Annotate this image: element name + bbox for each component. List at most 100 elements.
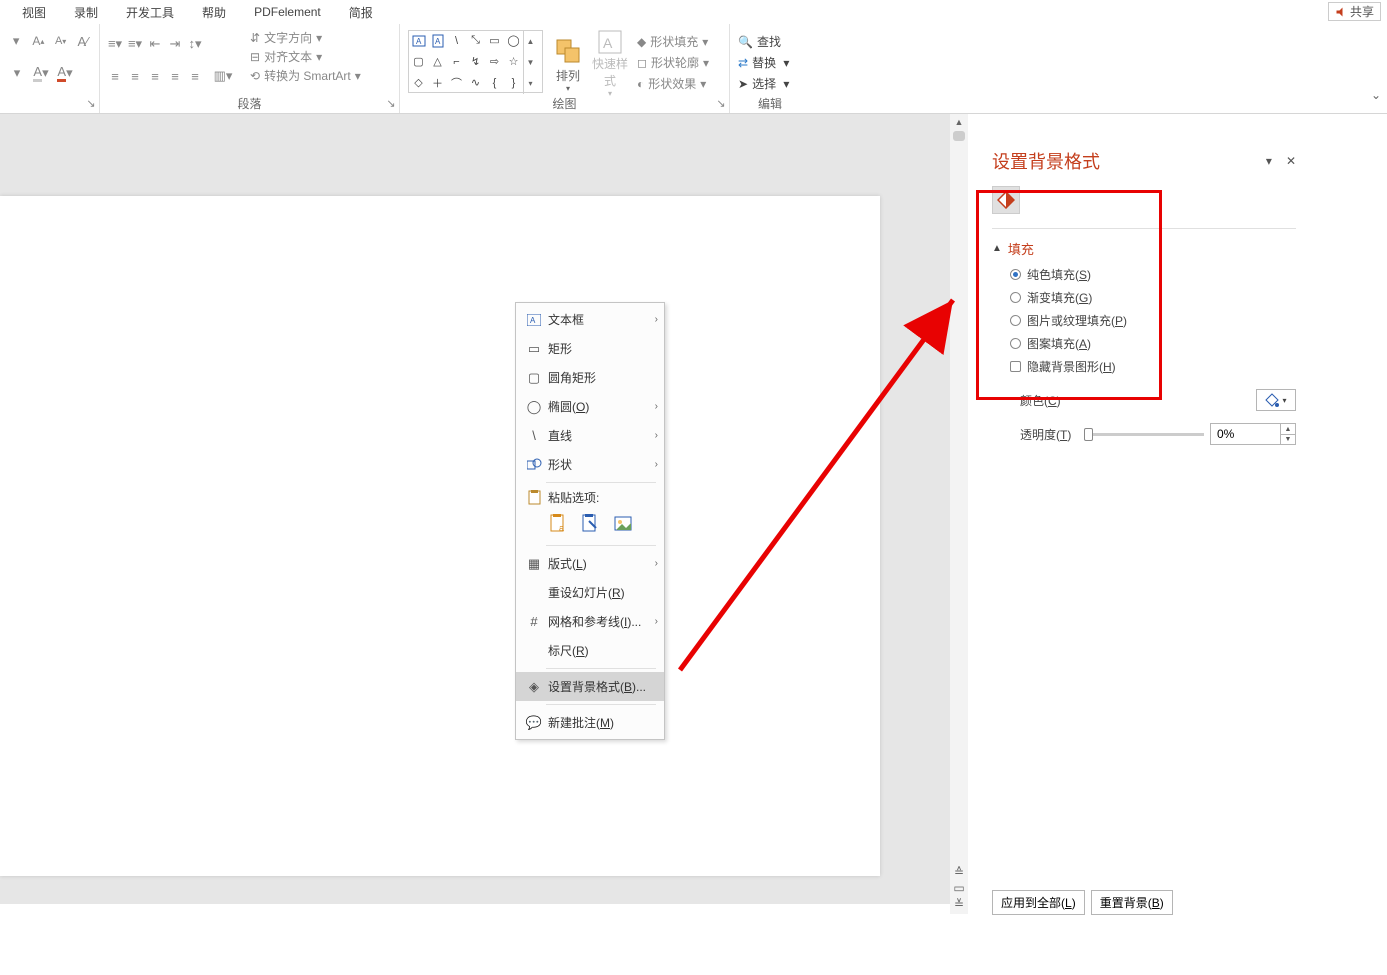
font-menu-partial[interactable]: ▾ [6,30,26,52]
close-icon[interactable]: ✕ [1286,154,1296,168]
apply-to-all-button[interactable]: 应用到全部(L) [992,890,1085,915]
quick-styles-button[interactable]: A 快速样式 ▾ [589,28,631,97]
arrange-button[interactable]: 排列 ▾ [547,28,589,97]
text-direction-button[interactable]: ⇵ 文字方向 ▾ [246,28,365,47]
transparency-input[interactable] [1211,426,1280,442]
cm-ruler[interactable]: 标尺(R) [516,636,664,665]
shape-outline-button[interactable]: ◻ 形状轮廓 ▾ [635,53,711,72]
scroll-thumb[interactable] [953,131,965,141]
align-justify-icon[interactable]: ≡ [166,67,184,85]
hide-bg-checkbox[interactable]: 隐藏背景图形(H) [1010,358,1296,375]
shape-round-rect-icon[interactable]: ▢ [409,52,428,71]
cm-grid-guides[interactable]: # 网格和参考线(I)... › [516,607,664,636]
select-button[interactable]: ➤ 选择 ▾ [736,74,804,93]
shape-line-icon[interactable]: \ [447,31,466,50]
shape-arc-icon[interactable]: ⌒ [447,73,466,92]
color-picker-button[interactable]: ▾ [1256,389,1296,411]
drawing-dialog-launcher[interactable]: ↘ [715,99,727,111]
share-button[interactable]: 共享 [1328,2,1381,21]
columns-icon[interactable]: ▥▾ [214,67,232,85]
shape-textbox-icon[interactable]: A [409,31,428,50]
slider-knob[interactable] [1084,428,1093,441]
align-right-icon[interactable]: ≡ [146,67,164,85]
shape-curve-icon[interactable]: ∿ [466,73,485,92]
transparency-spinner[interactable]: ▲ ▼ [1210,423,1296,445]
convert-smartart-button[interactable]: ⟲ 转换为 SmartArt ▾ [246,66,365,85]
shape-zigzag-icon[interactable]: ↯ [466,52,485,71]
prev-slide-icon[interactable]: ≙ [950,864,968,880]
bullets-icon[interactable]: ≡▾ [106,35,124,53]
paragraph-dialog-launcher[interactable]: ↘ [385,99,397,111]
line-spacing-icon[interactable]: ↕▾ [186,35,204,53]
align-center-icon[interactable]: ≡ [126,67,144,85]
shape-rect-icon[interactable]: ▭ [485,31,504,50]
tab-view[interactable]: 视图 [8,2,60,23]
numbering-icon[interactable]: ≡▾ [126,35,144,53]
paste-picture[interactable] [610,511,636,537]
cm-line[interactable]: \ 直线 › [516,421,664,450]
increase-indent-icon[interactable]: ⇥ [166,35,184,53]
decrease-font-icon[interactable]: A▾ [51,30,71,52]
cm-reset-slide[interactable]: 重设幻灯片(R) [516,578,664,607]
shape-star-icon[interactable]: ☆ [504,52,523,71]
shape-arrow-icon[interactable]: ⇨ [485,52,504,71]
shapes-gallery[interactable]: A A \ ⤡ ▭ ◯ ▢ △ ⌐ ↯ ⇨ [408,30,543,93]
shapes-scroll-up[interactable]: ▲ [524,31,537,52]
shape-fill-button[interactable]: ◆ 形状填充 ▾ [635,32,711,51]
decrease-indent-icon[interactable]: ⇤ [146,35,164,53]
fill-section-header[interactable]: ▲ 填充 [992,239,1296,258]
shape-diamond-icon[interactable]: ◇ [409,73,428,92]
picture-fill-radio[interactable]: 图片或纹理填充(P) [1010,312,1296,329]
shape-oval-icon[interactable]: ◯ [504,31,523,50]
distribute-icon[interactable]: ≡ [186,67,204,85]
pane-options-icon[interactable]: ▾ [1266,154,1272,168]
char-spacing-icon[interactable]: ▾ [6,62,28,84]
tab-devtools[interactable]: 开发工具 [112,2,188,23]
paste-keep-source[interactable] [578,511,604,537]
shape-double-line-icon[interactable]: ⤡ [466,31,485,50]
gradient-fill-radio[interactable]: 渐变填充(G) [1010,289,1296,306]
replace-button[interactable]: ⇄ 替换 ▾ [736,53,804,72]
next-slide-icon[interactable]: ≚ [950,896,968,912]
slide-menu-icon[interactable]: ▭ [950,880,968,896]
tab-help[interactable]: 帮助 [188,2,240,23]
find-button[interactable]: 🔍 查找 [736,32,804,51]
cm-shape[interactable]: 形状 › [516,450,664,479]
clear-format-icon[interactable]: A⁄ [73,30,93,52]
paste-use-destination[interactable]: a [546,511,572,537]
scroll-up-icon[interactable]: ▲ [950,114,968,130]
shape-connector-icon[interactable]: ⌐ [447,52,466,71]
shapes-scroll-down[interactable]: ▼ [524,52,537,73]
shapes-expand[interactable]: ▾ [524,73,537,94]
font-dialog-launcher[interactable]: ↘ [85,99,97,111]
shape-triangle-icon[interactable]: △ [428,52,447,71]
shape-brace-right-icon[interactable]: } [504,73,523,92]
cm-rounded-rect[interactable]: ▢ 圆角矩形 [516,363,664,392]
reset-background-button[interactable]: 重置背景(B) [1091,890,1173,915]
tab-pdfelement[interactable]: PDFelement [240,3,335,21]
increase-font-icon[interactable]: A▴ [28,30,48,52]
shape-vtextbox-icon[interactable]: A [428,31,447,50]
cm-format-background[interactable]: ◈ 设置背景格式(B)... [516,672,664,701]
shape-effects-button[interactable]: ◐ 形状效果 ▾ [635,74,711,93]
align-left-icon[interactable]: ≡ [106,67,124,85]
font-color-icon[interactable]: A▾ [54,62,76,84]
pattern-fill-radio[interactable]: 图案填充(A) [1010,335,1296,352]
transparency-slider[interactable] [1084,433,1204,436]
solid-fill-radio[interactable]: 纯色填充(S) [1010,266,1296,283]
cm-rectangle[interactable]: ▭ 矩形 [516,334,664,363]
shape-plus-icon[interactable]: ＋ [428,73,447,92]
cm-layout[interactable]: ▦ 版式(L) › [516,549,664,578]
slide-canvas[interactable] [0,196,880,876]
align-text-button[interactable]: ⊟ 对齐文本 ▾ [246,47,365,66]
fill-tab-icon[interactable] [992,186,1020,214]
spin-up-icon[interactable]: ▲ [1281,424,1295,434]
tab-briefing[interactable]: 简报 [335,2,387,23]
cm-textbox[interactable]: A 文本框 › [516,305,664,334]
shape-brace-left-icon[interactable]: { [485,73,504,92]
tab-record[interactable]: 录制 [60,2,112,23]
cm-oval[interactable]: ◯ 椭圆(O) › [516,392,664,421]
vertical-scrollbar[interactable]: ▲ ▼ [950,114,968,904]
cm-new-comment[interactable]: 💬 新建批注(M) [516,708,664,737]
spin-down-icon[interactable]: ▼ [1281,434,1295,444]
